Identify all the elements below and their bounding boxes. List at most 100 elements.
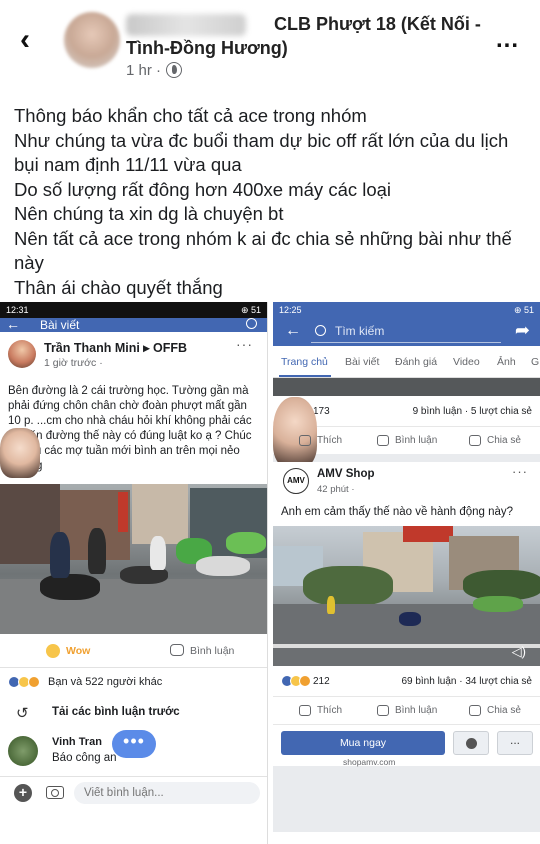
commenter-name[interactable]: Vinh Tran (52, 736, 102, 748)
tab-posts[interactable]: Bài viết (345, 356, 379, 368)
comment-icon[interactable] (377, 705, 389, 716)
comments-shares[interactable]: 9 bình luận · 5 lượt chia sẻ (413, 406, 532, 417)
more-button[interactable]: ... (497, 731, 533, 755)
likes-text[interactable]: Bạn và 522 người khác (48, 676, 162, 688)
group-name[interactable]: CLB Phượt 18 (Kết Nối -Tình-Đồng Hương) (126, 12, 496, 60)
share-icon[interactable] (469, 435, 481, 446)
wow-button[interactable]: Wow (66, 645, 90, 657)
comment-item: Vinh Tran Báo công an ••• (0, 730, 267, 776)
post-time: 42 phút · (317, 484, 355, 495)
more-icon[interactable]: ··· (512, 464, 528, 479)
more-options-icon[interactable]: ... (496, 26, 519, 54)
search-icon (315, 325, 326, 336)
status-time: 12:25 (279, 305, 302, 315)
like-icon[interactable] (299, 435, 311, 446)
top-post-actions: Thích Bình luận Chia sẻ (273, 397, 540, 467)
shop-post: AMV AMV Shop 42 phút · ··· Anh em cảm th… (273, 462, 540, 767)
post-author-row: Trần Thanh Mini ▸ OFFB 1 giờ trước · ··· (0, 336, 267, 380)
post-text: Bên đường là 2 cái trường học. Tường gần… (0, 380, 267, 478)
share-button[interactable]: Chia sẻ (487, 435, 521, 446)
search-field[interactable]: Tìm kiếm (311, 321, 501, 343)
overlay-face-image (0, 428, 40, 478)
comments-shares[interactable]: 69 bình luận · 34 lượt chia sẻ (401, 676, 532, 687)
wow-icon[interactable] (46, 644, 60, 658)
comment-icon[interactable] (377, 435, 389, 446)
shop-cta-bar: Mua ngay ... shopamv.com (273, 724, 540, 767)
post-text-content: Bên đường là 2 cái trường học. Tường gần… (8, 385, 252, 472)
messenger-icon[interactable] (453, 731, 489, 755)
post-line: Nên chúng ta xin dg là chuyện bt (14, 203, 284, 224)
search-placeholder[interactable]: Tìm kiếm (335, 324, 384, 338)
avatar[interactable] (8, 340, 36, 368)
more-icon[interactable]: ··· (236, 336, 253, 352)
buy-now-button[interactable]: Mua ngay (281, 731, 445, 755)
tab-more[interactable]: G (531, 356, 539, 368)
post-time: 1 giờ trước · (44, 357, 103, 369)
load-more-label[interactable]: Tải các bình luận trước (52, 706, 180, 718)
reaction-count[interactable]: 212 (313, 676, 330, 687)
post-line: Nên tất cả ace trong nhóm k ai đc chia s… (14, 227, 512, 274)
search-icon[interactable] (246, 318, 257, 329)
left-screenshot[interactable]: 12:31 ⊕ 51 ← Bài viết Trần Thanh Mini ▸ … (0, 302, 268, 844)
tab-home[interactable]: Trang chủ (281, 356, 328, 368)
share-icon[interactable] (469, 705, 481, 716)
tab-video[interactable]: Video (453, 356, 480, 368)
status-bar: 12:31 ⊕ 51 (0, 302, 267, 318)
reaction-count[interactable]: 173 (313, 406, 330, 417)
active-tab-indicator (279, 375, 331, 377)
shop-post-stats: 212 69 bình luận · 34 lượt chia sẻ (273, 666, 540, 696)
mute-icon[interactable]: ◁) (512, 644, 526, 660)
reaction-icons (281, 675, 317, 687)
battery-indicator: ⊕ 51 (240, 305, 261, 315)
author-name[interactable]: Trần Thanh Mini ▸ OFFB (44, 340, 187, 355)
tab-photos[interactable]: Ảnh (497, 356, 516, 368)
post-line: Như chúng ta vừa đc buổi tham dự bic off… (14, 129, 509, 176)
post-line: Thân ái chào quyết thắng (14, 276, 223, 298)
street-photo[interactable] (0, 484, 267, 634)
comment-button[interactable]: Bình luận (395, 705, 437, 716)
post-line: Do số lượng rất đông hơn 400xe máy các l… (14, 178, 392, 200)
shop-post-text: Anh em cảm thấy thế nào về hành động này… (281, 506, 514, 518)
tab-reviews[interactable]: Đánh giá (395, 356, 437, 368)
reaction-bar: Wow Bình luận (0, 634, 267, 668)
nav-bar: ← Tìm kiếm ➦ (273, 318, 540, 346)
intersection-video[interactable]: ◁) (273, 526, 540, 666)
shop-name[interactable]: AMV Shop (317, 468, 375, 480)
camera-icon[interactable] (46, 786, 64, 799)
post-time[interactable]: 1 hr · (126, 62, 161, 79)
like-button[interactable]: Thích (317, 705, 342, 716)
plus-icon[interactable]: + (14, 784, 32, 802)
post-body: Thông báo khẩn cho tất cả ace trong nhóm… (14, 104, 530, 300)
comment-icon[interactable] (170, 644, 184, 656)
nav-bar: ← Bài viết (0, 316, 267, 332)
refresh-icon: ↺ (16, 705, 29, 722)
author-avatar[interactable] (64, 12, 120, 68)
comment-input[interactable] (74, 782, 260, 804)
previous-video-strip[interactable] (273, 378, 540, 396)
right-screenshot[interactable]: 12:25 ⊕ 51 ← Tìm kiếm ➦ Trang chủ Bài vi… (273, 302, 540, 832)
likes-summary[interactable]: Bạn và 522 người khác (0, 668, 267, 698)
typing-indicator: ••• (112, 730, 156, 758)
shop-post-actions: Thích Bình luận Chia sẻ (273, 696, 540, 724)
shop-logo[interactable]: AMV (283, 468, 309, 494)
back-icon[interactable]: ‹ (20, 25, 44, 56)
globe-icon (166, 62, 182, 78)
load-previous-comments[interactable]: ↺ Tải các bình luận trước (0, 698, 267, 730)
comment-button[interactable]: Bình luận (190, 645, 234, 657)
comment-composer: + (0, 776, 267, 806)
nav-title: Bài viết (40, 318, 80, 332)
share-button[interactable]: Chia sẻ (487, 705, 521, 716)
post-header: ‹ CLB Phượt 18 (Kết Nối -Tình-Đồng Hương… (0, 0, 540, 90)
shop-url[interactable]: shopamv.com (343, 757, 395, 767)
like-button[interactable]: Thích (317, 435, 342, 446)
comment-text: Báo công an (52, 752, 117, 764)
back-arrow-icon[interactable]: ← (285, 322, 301, 340)
post-line: Thông báo khẩn cho tất cả ace trong nhóm (14, 105, 367, 126)
like-icon[interactable] (299, 705, 311, 716)
overlay-face-image (273, 397, 317, 467)
avatar[interactable] (8, 736, 38, 766)
status-bar: 12:25 ⊕ 51 (273, 302, 540, 318)
share-icon[interactable]: ➦ (515, 320, 530, 341)
comment-button[interactable]: Bình luận (395, 435, 437, 446)
back-arrow-icon[interactable]: ← (6, 316, 20, 332)
